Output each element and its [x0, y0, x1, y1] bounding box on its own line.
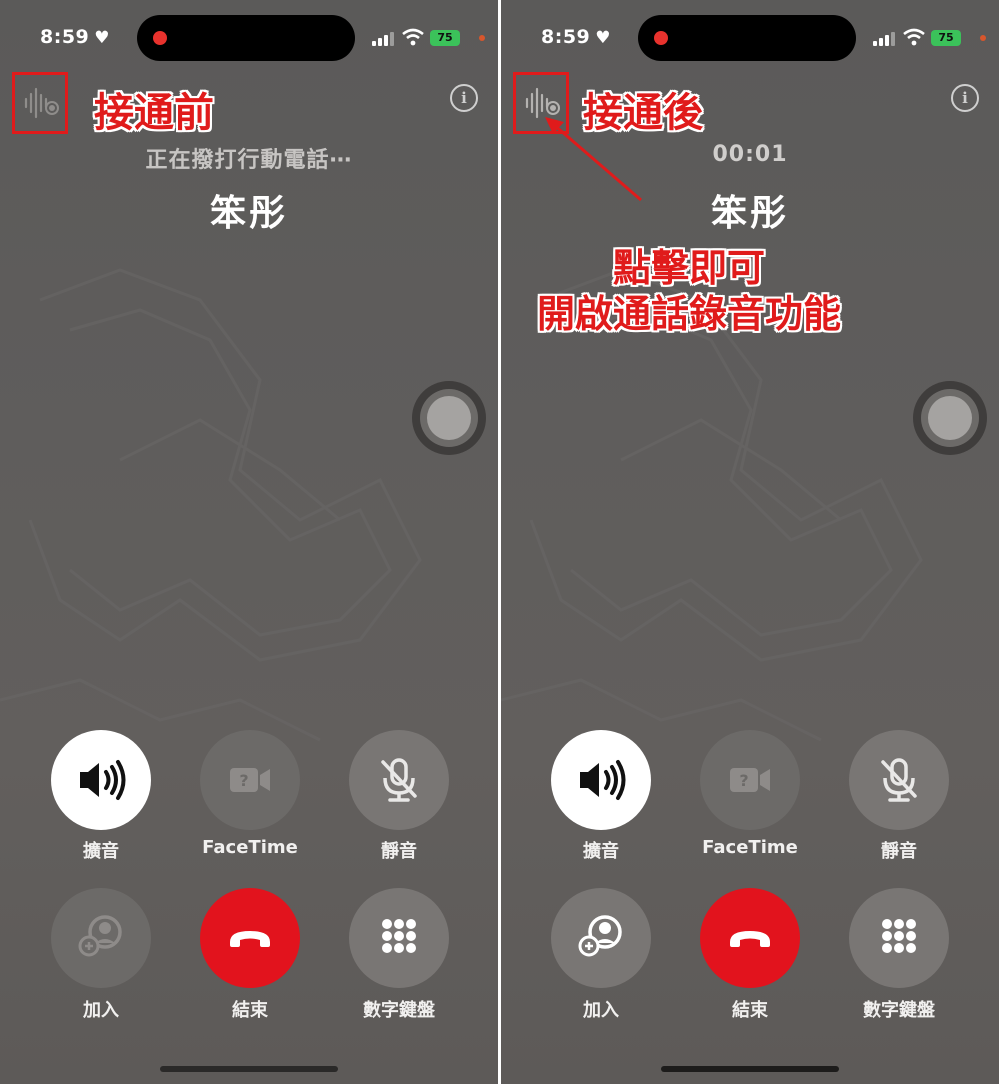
keypad-icon	[382, 919, 416, 953]
add-call-icon	[78, 915, 122, 957]
info-icon[interactable]: i	[450, 84, 478, 112]
add-call-label: 加入	[83, 1000, 119, 1021]
facetime-label: FaceTime	[702, 837, 798, 858]
end-call-button[interactable]	[700, 888, 800, 988]
status-bar-time: 8:59 ♥	[541, 26, 612, 48]
privacy-indicator	[479, 35, 485, 41]
recording-dot-icon	[654, 31, 668, 45]
add-call-label: 加入	[583, 1000, 619, 1021]
contact-name: 笨彤	[710, 193, 789, 234]
end-call-label: 結束	[232, 1000, 268, 1021]
mute-label: 靜音	[881, 841, 917, 862]
add-call-button[interactable]	[51, 888, 151, 988]
assistive-touch-button[interactable]	[913, 381, 987, 455]
cellular-signal-icon	[372, 30, 396, 46]
svg-text:?: ?	[239, 771, 248, 790]
speaker-icon	[80, 760, 126, 800]
speaker-label: 擴音	[583, 841, 619, 862]
speaker-button[interactable]	[551, 730, 651, 830]
speaker-label: 擴音	[83, 841, 119, 862]
add-call-button[interactable]	[551, 888, 651, 988]
call-timer: 00:01	[712, 142, 788, 167]
dynamic-island	[137, 15, 355, 61]
add-call-icon	[578, 915, 622, 957]
keypad-label: 數字鍵盤	[863, 1000, 935, 1021]
info-icon[interactable]: i	[951, 84, 979, 112]
call-screen-after-connect: 8:59 ♥ 75 接通後 i 00:01 笨彤 點擊即可 開啟通話錄音功能 擴…	[501, 0, 999, 1084]
heart-icon: ♥	[94, 28, 111, 48]
end-call-button[interactable]	[200, 888, 300, 988]
facetime-icon: ?	[730, 768, 770, 792]
keypad-icon	[882, 919, 916, 953]
dynamic-island	[638, 15, 856, 61]
battery-indicator: 75	[931, 30, 961, 46]
battery-indicator: 75	[430, 30, 460, 46]
phone-hangup-icon	[730, 931, 770, 947]
privacy-indicator	[980, 35, 986, 41]
speaker-icon	[580, 760, 626, 800]
phone-hangup-icon	[230, 931, 270, 947]
facetime-button[interactable]: ?	[700, 730, 800, 830]
wifi-icon	[402, 28, 424, 46]
annotation-tip-line1: 點擊即可	[612, 246, 765, 290]
svg-text:?: ?	[739, 771, 748, 790]
wifi-icon	[903, 28, 925, 46]
annotation-title: 接通後	[583, 90, 703, 136]
highlight-box	[513, 72, 569, 134]
facetime-button[interactable]: ?	[200, 730, 300, 830]
contact-name: 笨彤	[209, 193, 288, 234]
recording-dot-icon	[153, 31, 167, 45]
facetime-icon: ?	[230, 768, 270, 792]
end-call-label: 結束	[732, 1000, 768, 1021]
annotation-tip-line2: 開啟通話錄音功能	[536, 292, 841, 336]
speaker-button[interactable]	[51, 730, 151, 830]
mute-mic-icon	[881, 758, 917, 802]
home-indicator[interactable]	[661, 1066, 839, 1072]
annotation-title: 接通前	[94, 90, 214, 136]
highlight-box	[12, 72, 68, 134]
call-status: 正在撥打行動電話⋯	[145, 148, 353, 173]
status-bar-time: 8:59 ♥	[40, 26, 111, 48]
cellular-signal-icon	[873, 30, 897, 46]
heart-icon: ♥	[595, 28, 612, 48]
keypad-button[interactable]	[849, 888, 949, 988]
call-screen-before-connect: 8:59 ♥ 75 接通前 i 正在撥打行動電話⋯ 笨彤 擴音 ? FaceTi…	[0, 0, 498, 1084]
mute-button[interactable]	[849, 730, 949, 830]
mute-label: 靜音	[381, 841, 417, 862]
assistive-touch-button[interactable]	[412, 381, 486, 455]
keypad-label: 數字鍵盤	[363, 1000, 435, 1021]
home-indicator[interactable]	[160, 1066, 338, 1072]
keypad-button[interactable]	[349, 888, 449, 988]
mute-button[interactable]	[349, 730, 449, 830]
mute-mic-icon	[381, 758, 417, 802]
facetime-label: FaceTime	[202, 837, 298, 858]
